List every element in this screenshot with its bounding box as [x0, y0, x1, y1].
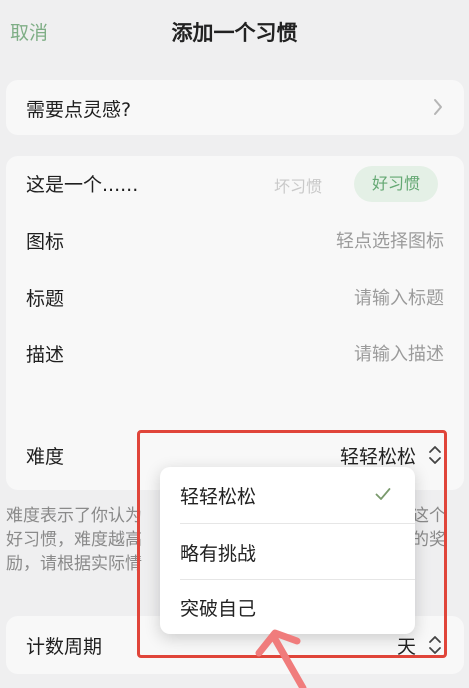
- count-period-select[interactable]: 天: [397, 632, 416, 659]
- title-label: 标题: [26, 288, 65, 310]
- check-icon: [375, 488, 391, 500]
- help-line2-left: 好习惯，难度越高: [6, 530, 142, 550]
- count-period-label: 计数周期: [26, 636, 103, 658]
- option-label: 轻轻松松: [180, 486, 257, 508]
- difficulty-option-easy[interactable]: 轻轻松松: [160, 467, 415, 523]
- inspiration-row[interactable]: 需要点灵感?: [6, 80, 464, 135]
- help-line1-right: 这个: [412, 506, 446, 526]
- help-line1-left: 难度表示了你认为: [6, 506, 142, 526]
- help-line3-left: 励，请根据实际情: [6, 554, 142, 574]
- difficulty-label: 难度: [26, 446, 65, 468]
- difficulty-dropdown: 轻轻松松 略有挑战 突破自己: [160, 467, 415, 634]
- icon-label: 图标: [26, 231, 65, 253]
- page-title: 添加一个习惯: [171, 21, 298, 45]
- difficulty-option-challenge[interactable]: 略有挑战: [160, 524, 415, 580]
- title-row[interactable]: 标题 请输入标题: [6, 270, 464, 326]
- nav-header: 取消 添加一个习惯: [0, 0, 469, 62]
- annotation-arrow-icon: [255, 629, 307, 688]
- option-label: 突破自己: [180, 598, 257, 620]
- habit-type-label: 这是一个......: [26, 174, 139, 196]
- habit-type-row: 这是一个...... 坏习惯 好习惯: [6, 156, 464, 212]
- chevron-updown-icon: [429, 636, 441, 654]
- description-label: 描述: [26, 344, 65, 366]
- habit-form: 这是一个...... 坏习惯 好习惯 图标 轻点选择图标 标题 请输入标题 描述…: [6, 156, 464, 490]
- option-label: 略有挑战: [180, 543, 257, 565]
- chevron-right-icon: [434, 99, 442, 115]
- help-line2-right: 的奖: [412, 530, 446, 550]
- icon-placeholder[interactable]: 轻点选择图标: [336, 227, 444, 253]
- good-habit-option[interactable]: 好习惯: [354, 166, 438, 202]
- bad-habit-option[interactable]: 坏习惯: [274, 173, 322, 197]
- title-input[interactable]: 请输入标题: [354, 284, 444, 310]
- inspiration-label: 需要点灵感?: [26, 99, 132, 121]
- chevron-updown-icon: [429, 446, 441, 464]
- icon-row[interactable]: 图标 轻点选择图标: [6, 213, 464, 269]
- description-input[interactable]: 请输入描述: [354, 340, 444, 366]
- difficulty-select[interactable]: 轻轻松松: [340, 442, 416, 469]
- description-row[interactable]: 描述 请输入描述: [6, 326, 464, 426]
